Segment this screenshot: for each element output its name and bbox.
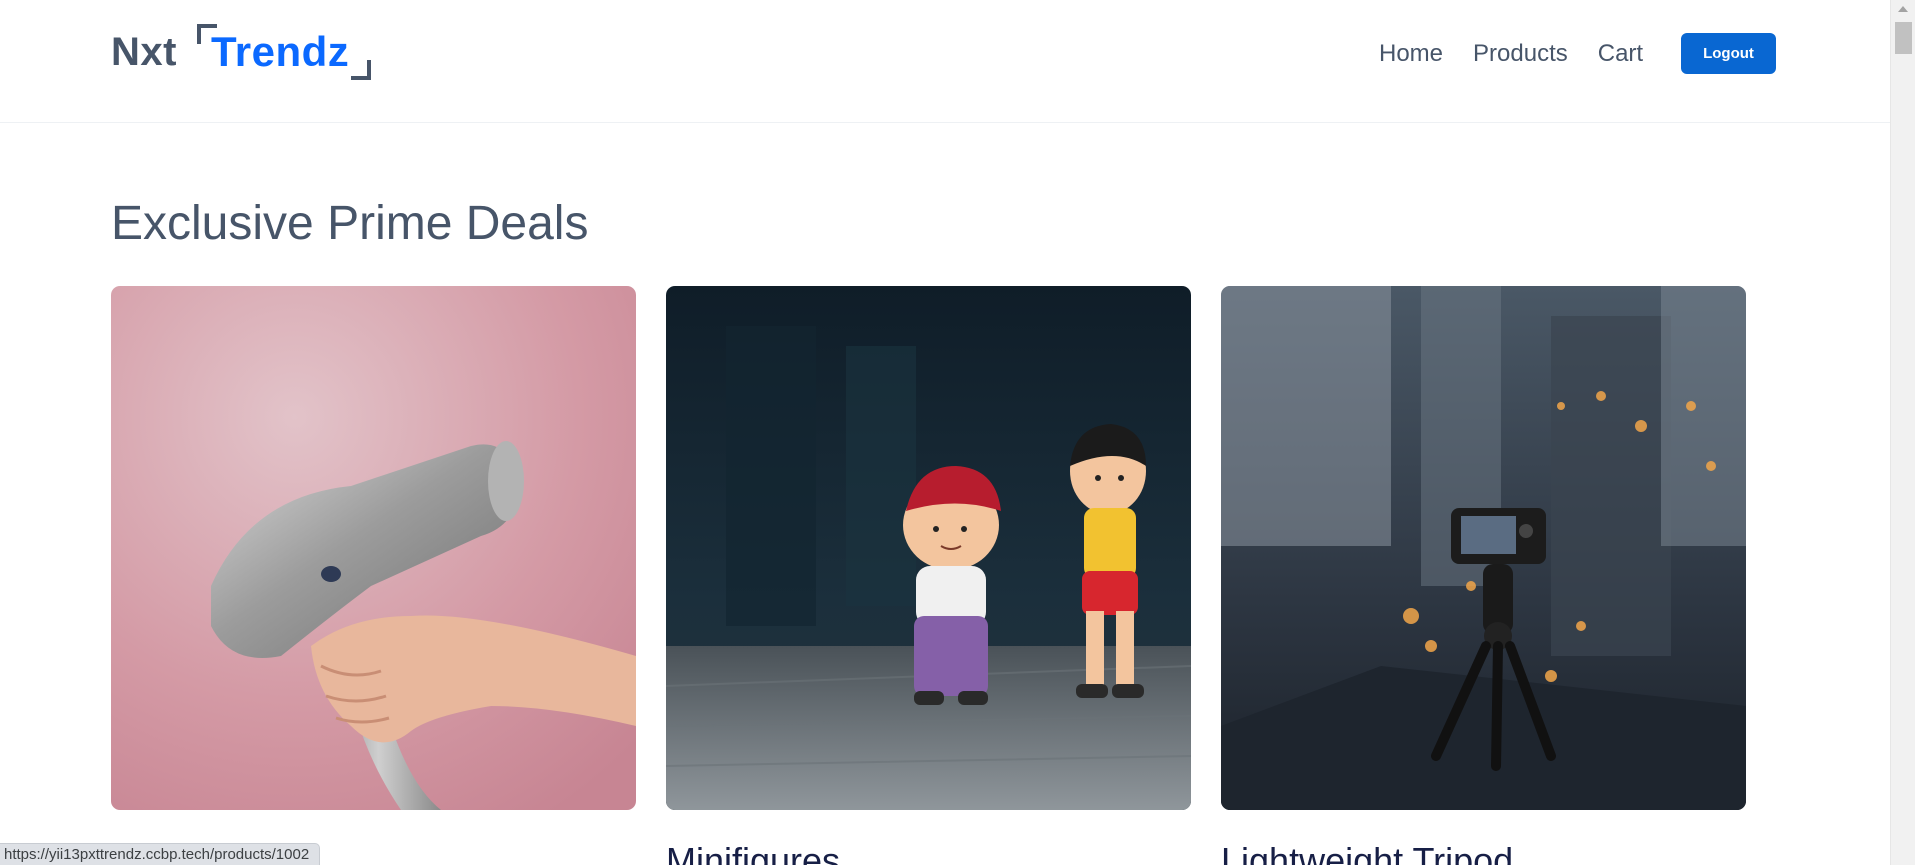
deal-card-1[interactable] (111, 286, 636, 810)
deal-name-2: Minifigures (666, 840, 841, 865)
deal-name-3: Lightweight Tripod (1221, 840, 1514, 865)
status-bar-url: https://yii13pxttrendz.ccbp.tech/product… (0, 843, 321, 865)
deal-card-2[interactable]: Minifigures (666, 286, 1191, 865)
nxt-trendz-logo[interactable]: Nxt Trendz (111, 24, 372, 80)
logo-bracket-box: Trendz (196, 24, 372, 80)
logo-text-nxt: Nxt (111, 30, 177, 74)
scroll-thumb[interactable] (1895, 22, 1912, 54)
nav-link-products[interactable]: Products (1473, 40, 1568, 68)
navbar: Nxt Trendz Home Products Cart Logout (0, 0, 1890, 123)
vertical-scrollbar[interactable] (1890, 0, 1915, 865)
tripod-camera-image[interactable] (1221, 286, 1746, 810)
nav-links: Home Products Cart (1379, 40, 1643, 68)
logo-bracket-top-left (196, 24, 217, 44)
scroll-up-arrow-icon[interactable] (1898, 6, 1908, 12)
logout-button[interactable]: Logout (1681, 33, 1776, 74)
nav-link-cart[interactable]: Cart (1598, 40, 1643, 68)
logo-bracket-bottom-right (351, 60, 372, 80)
nav-link-home[interactable]: Home (1379, 40, 1443, 68)
hair-dryer-image[interactable] (111, 286, 636, 810)
minifigures-image[interactable] (666, 286, 1191, 810)
section-title: Exclusive Prime Deals (111, 197, 589, 250)
logo-text-trendz: Trendz (210, 28, 350, 75)
deal-card-3[interactable]: Lightweight Tripod (1221, 286, 1746, 865)
